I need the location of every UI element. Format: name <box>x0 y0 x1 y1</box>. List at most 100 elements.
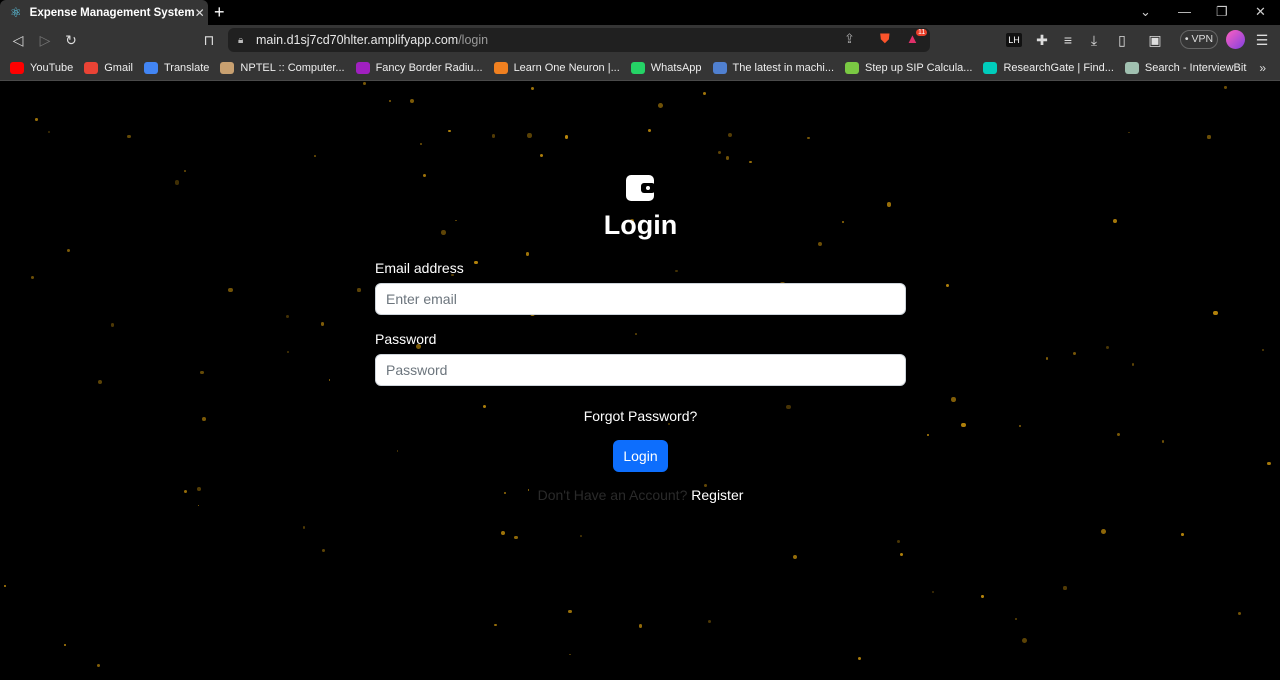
share-icon[interactable]: ⇪ <box>844 31 855 47</box>
bookmark-item[interactable]: Step up SIP Calcula... <box>845 61 973 74</box>
bookmarks-overflow-icon[interactable]: » <box>1259 61 1266 75</box>
particle-dot <box>527 133 532 138</box>
particle-dot <box>389 99 392 102</box>
email-label: Email address <box>375 260 464 276</box>
register-prompt: Don't Have an Account? Register <box>375 487 906 503</box>
particle-dot <box>897 539 901 543</box>
particle-dot <box>525 252 530 256</box>
new-tab-icon[interactable]: + <box>214 3 225 21</box>
particle-dot <box>568 609 572 613</box>
page-title: Login <box>603 210 678 240</box>
bookmark-icon[interactable]: ⊓ <box>200 31 218 49</box>
bookmark-favicon-icon <box>84 61 99 74</box>
particle-dot <box>30 275 35 279</box>
particle-dot <box>1113 219 1117 224</box>
particle-dot <box>530 87 534 91</box>
particle-dot <box>363 82 367 85</box>
extensions-puzzle-icon[interactable]: ✚ <box>1033 31 1051 49</box>
particle-dot <box>1045 357 1049 360</box>
particle-dot <box>749 160 752 164</box>
email-input[interactable] <box>375 283 906 315</box>
particle-dot <box>1073 351 1077 355</box>
particle-dot <box>66 249 70 253</box>
particle-dot <box>314 154 316 157</box>
login-page: Login Email address Password Forgot Pass… <box>0 82 1280 680</box>
bookmark-label: Gmail <box>104 61 133 74</box>
bookmark-item[interactable]: The latest in machi... <box>712 61 834 74</box>
particle-dot <box>961 422 966 428</box>
lock-icon: 🔒︎ <box>238 34 244 46</box>
download-icon[interactable]: ⤓ <box>1085 31 1103 49</box>
bookmark-item[interactable]: YouTube <box>10 61 73 74</box>
browser-tab[interactable]: ⚛ Expense Management System ✕ <box>0 0 208 25</box>
particle-dot <box>127 134 131 139</box>
bookmark-favicon-icon <box>220 61 235 74</box>
particle-dot <box>926 433 929 436</box>
wallet-icon[interactable]: ▣ <box>1146 31 1164 49</box>
media-queue-icon[interactable]: ≡ <box>1059 31 1077 49</box>
close-window-icon[interactable]: ✕ <box>1255 4 1266 20</box>
vpn-label: VPN <box>1191 33 1214 45</box>
bookmark-item[interactable]: Fancy Border Radiu... <box>355 61 483 74</box>
url-text[interactable]: main.d1sj7cd70hlter.amplifyapp.com/login <box>256 33 488 47</box>
bookmark-item[interactable]: Translate <box>143 61 210 74</box>
url-path: /login <box>458 33 489 47</box>
particle-dot <box>420 142 422 145</box>
particle-dot <box>1015 617 1018 620</box>
minimize-icon[interactable]: — <box>1178 4 1191 19</box>
address-bar[interactable]: 🔒︎ main.d1sj7cd70hlter.amplifyapp.com/lo… <box>228 28 930 52</box>
close-tab-icon[interactable]: ✕ <box>195 6 205 20</box>
particle-dot <box>184 169 186 172</box>
no-account-text: Don't Have an Account? <box>537 487 688 503</box>
bookmark-item[interactable]: Gmail <box>84 61 133 74</box>
vpn-button[interactable]: • VPN <box>1180 30 1218 49</box>
particle-dot <box>1261 348 1264 351</box>
back-icon[interactable]: ◁ <box>9 31 27 49</box>
particle-dot <box>1180 532 1184 536</box>
bookmark-item[interactable]: ResearchGate | Find... <box>983 61 1114 74</box>
forward-icon[interactable]: ▷ <box>36 31 54 49</box>
bookmark-label: Step up SIP Calcula... <box>865 61 973 74</box>
bookmark-favicon-icon <box>712 61 727 74</box>
login-button[interactable]: Login <box>613 440 668 472</box>
particle-dot <box>717 151 721 155</box>
particle-dot <box>648 128 652 133</box>
wallet-logo-icon <box>626 175 655 201</box>
particle-dot <box>1267 461 1271 466</box>
restore-icon[interactable]: ❐ <box>1216 4 1228 20</box>
bookmark-item[interactable]: NPTEL :: Computer... <box>220 61 345 74</box>
particle-dot <box>64 643 67 646</box>
bookmark-item[interactable]: WhatsApp <box>630 61 702 74</box>
bookmark-label: NPTEL :: Computer... <box>240 61 345 74</box>
particle-dot <box>635 332 638 335</box>
particle-dot <box>328 378 331 381</box>
particle-dot <box>501 530 505 535</box>
particle-dot <box>580 534 583 537</box>
particle-dot <box>396 450 399 452</box>
profile-avatar[interactable] <box>1226 30 1245 49</box>
particle-dot <box>174 180 180 185</box>
particle-dot <box>887 202 892 207</box>
particle-dot <box>320 322 324 326</box>
password-label: Password <box>375 331 437 347</box>
url-host: main.d1sj7cd70hlter.amplifyapp.com <box>256 33 459 47</box>
particle-dot <box>286 351 289 354</box>
brave-shield-icon[interactable]: ⛊ <box>880 31 890 47</box>
bookmark-item[interactable]: Learn One Neuron |... <box>493 61 620 74</box>
particle-dot <box>96 663 100 667</box>
bookmark-label: Translate <box>163 61 210 74</box>
sidebar-icon[interactable]: ▯ <box>1113 31 1131 49</box>
password-input[interactable] <box>375 354 906 386</box>
particle-dot <box>675 270 678 273</box>
reload-icon[interactable]: ↻ <box>62 31 80 49</box>
particle-dot <box>3 585 6 588</box>
register-link[interactable]: Register <box>691 487 743 503</box>
forgot-password-link[interactable]: Forgot Password? <box>375 408 906 424</box>
extension-lh-icon[interactable]: LH <box>1006 33 1022 47</box>
bookmark-item[interactable]: Search - InterviewBit <box>1124 61 1246 74</box>
particle-dot <box>285 315 289 319</box>
menu-icon[interactable]: ☰ <box>1253 31 1271 49</box>
bookmark-label: ResearchGate | Find... <box>1003 61 1114 74</box>
particle-dot <box>1131 363 1134 366</box>
tab-search-icon[interactable]: ⌄ <box>1140 4 1151 20</box>
